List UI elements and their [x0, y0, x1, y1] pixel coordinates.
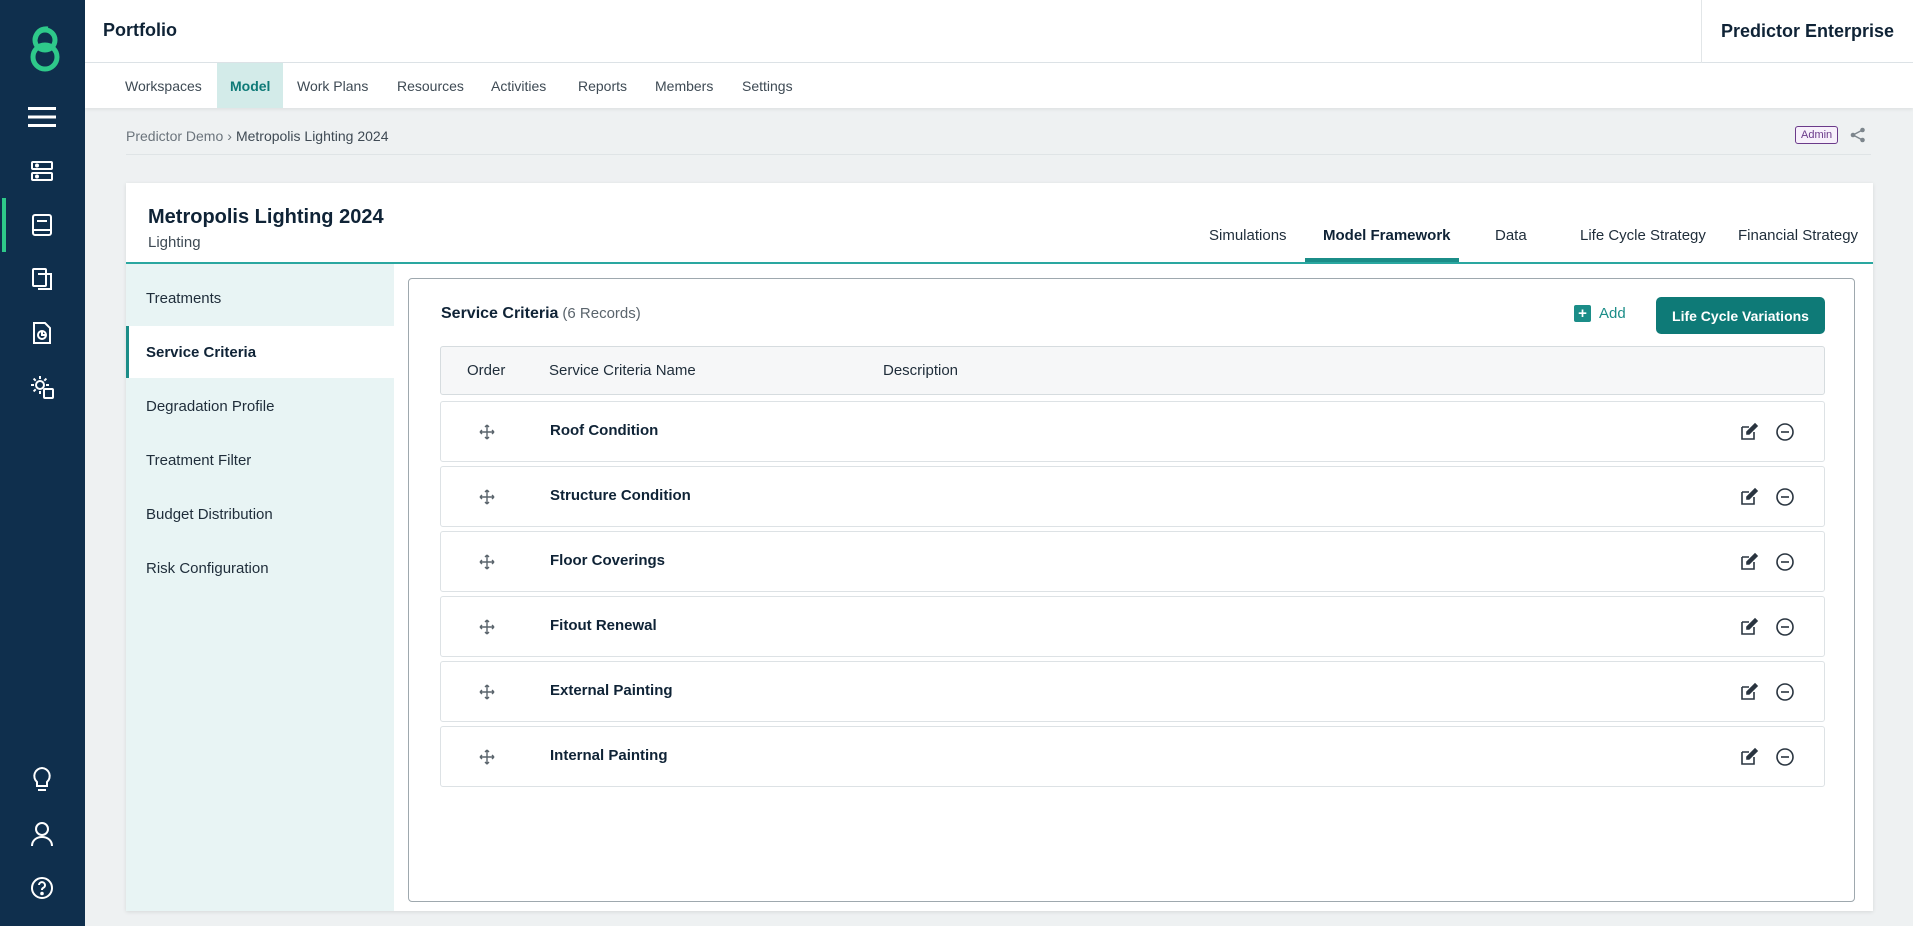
service-criteria-panel: Service Criteria (6 Records) + Add Life C… — [408, 278, 1855, 902]
hamburger-menu-icon[interactable] — [26, 101, 58, 133]
model-name: Metropolis Lighting 2024 — [148, 206, 384, 228]
drag-handle-icon[interactable] — [479, 554, 495, 570]
rail-active-indicator — [2, 198, 6, 252]
main-nav: Workspaces Model Work Plans Resources Ac… — [85, 63, 1913, 108]
tab-financial-strategy[interactable]: Financial Strategy — [1738, 227, 1858, 244]
criteria-name: Roof Condition — [550, 422, 659, 439]
app-title: Portfolio — [103, 20, 177, 40]
edit-icon[interactable] — [1739, 682, 1759, 702]
column-name: Service Criteria Name — [549, 362, 696, 379]
nav-members[interactable]: Members — [642, 63, 726, 108]
breadcrumb-divider — [126, 154, 1871, 155]
add-label: Add — [1599, 305, 1626, 322]
table-header: Order Service Criteria Name Description — [440, 346, 1825, 395]
record-count: (6 Records) — [562, 305, 641, 322]
table-row: Roof Condition — [440, 401, 1825, 462]
remove-icon[interactable] — [1775, 617, 1795, 637]
table-row: External Painting — [440, 661, 1825, 722]
edit-icon[interactable] — [1739, 747, 1759, 767]
panel-title: Service Criteria (6 Records) — [441, 305, 641, 323]
sidebar-item-treatment-filter[interactable]: Treatment Filter — [126, 434, 394, 486]
criteria-name: Structure Condition — [550, 487, 691, 504]
drag-handle-icon[interactable] — [479, 749, 495, 765]
app-logo-icon[interactable] — [24, 24, 66, 74]
help-question-icon[interactable] — [26, 872, 58, 904]
table-row: Structure Condition — [440, 466, 1825, 527]
remove-icon[interactable] — [1775, 487, 1795, 507]
edit-icon[interactable] — [1739, 422, 1759, 442]
remove-icon[interactable] — [1775, 422, 1795, 442]
tab-life-cycle-strategy[interactable]: Life Cycle Strategy — [1580, 227, 1706, 244]
breadcrumb: Predictor Demo › Metropolis Lighting 2024 — [126, 128, 388, 144]
table-row: Floor Coverings — [440, 531, 1825, 592]
documents-icon[interactable] — [26, 263, 58, 295]
sidebar-item-treatments[interactable]: Treatments — [126, 272, 394, 324]
tab-simulations[interactable]: Simulations — [1209, 227, 1287, 244]
criteria-name: External Painting — [550, 682, 673, 699]
panel-title-text: Service Criteria — [441, 305, 559, 322]
remove-icon[interactable] — [1775, 552, 1795, 572]
edit-icon[interactable] — [1739, 617, 1759, 637]
lightbulb-icon[interactable] — [26, 764, 58, 796]
drag-handle-icon[interactable] — [479, 489, 495, 505]
settings-gear-icon[interactable] — [26, 371, 58, 403]
side-rail — [0, 0, 85, 926]
life-cycle-variations-button[interactable]: Life Cycle Variations — [1656, 297, 1825, 334]
book-icon[interactable] — [26, 209, 58, 241]
edit-icon[interactable] — [1739, 552, 1759, 572]
plus-icon: + — [1574, 305, 1591, 322]
model-card: Metropolis Lighting 2024 Lighting Simula… — [126, 183, 1873, 911]
nav-activities[interactable]: Activities — [478, 63, 559, 108]
drag-handle-icon[interactable] — [479, 424, 495, 440]
nav-workspaces[interactable]: Workspaces — [112, 63, 215, 108]
criteria-name: Floor Coverings — [550, 552, 666, 569]
drag-handle-icon[interactable] — [479, 619, 495, 635]
role-badge: Admin — [1795, 126, 1839, 144]
brand-name: Predictor Enterprise — [1700, 0, 1913, 63]
nav-reports[interactable]: Reports — [565, 63, 640, 108]
tab-data[interactable]: Data — [1495, 227, 1527, 244]
add-button[interactable]: + Add — [1574, 305, 1626, 322]
breadcrumb-current: Metropolis Lighting 2024 — [235, 128, 389, 144]
column-order: Order — [467, 362, 506, 379]
drag-handle-icon[interactable] — [479, 684, 495, 700]
sidebar-item-degradation-profile[interactable]: Degradation Profile — [126, 380, 394, 432]
sidebar-item-service-criteria[interactable]: Service Criteria — [126, 326, 394, 378]
remove-icon[interactable] — [1775, 682, 1795, 702]
breadcrumb-separator: › — [227, 128, 232, 144]
edit-icon[interactable] — [1739, 487, 1759, 507]
criteria-name: Internal Painting — [550, 747, 668, 764]
table-row: Internal Painting — [440, 726, 1825, 787]
server-stack-icon[interactable] — [26, 155, 58, 187]
nav-settings[interactable]: Settings — [729, 63, 806, 108]
breadcrumb-parent[interactable]: Predictor Demo — [126, 128, 223, 144]
report-chart-icon[interactable] — [26, 317, 58, 349]
user-profile-icon[interactable] — [26, 818, 58, 850]
sidebar-item-budget-distribution[interactable]: Budget Distribution — [126, 488, 394, 540]
nav-work-plans[interactable]: Work Plans — [284, 63, 381, 108]
remove-icon[interactable] — [1775, 747, 1795, 767]
top-bar: Portfolio Predictor Enterprise — [85, 0, 1913, 63]
nav-model[interactable]: Model — [217, 63, 284, 108]
criteria-name: Fitout Renewal — [550, 617, 657, 634]
tab-model-framework[interactable]: Model Framework — [1323, 227, 1451, 244]
share-icon[interactable] — [1850, 127, 1866, 143]
table-row: Fitout Renewal — [440, 596, 1825, 657]
nav-resources[interactable]: Resources — [384, 63, 477, 108]
model-category: Lighting — [148, 234, 201, 251]
sidebar-item-risk-configuration[interactable]: Risk Configuration — [126, 542, 394, 594]
column-description: Description — [883, 362, 959, 379]
framework-sidebar: Treatments Service Criteria Degradation … — [126, 264, 394, 911]
